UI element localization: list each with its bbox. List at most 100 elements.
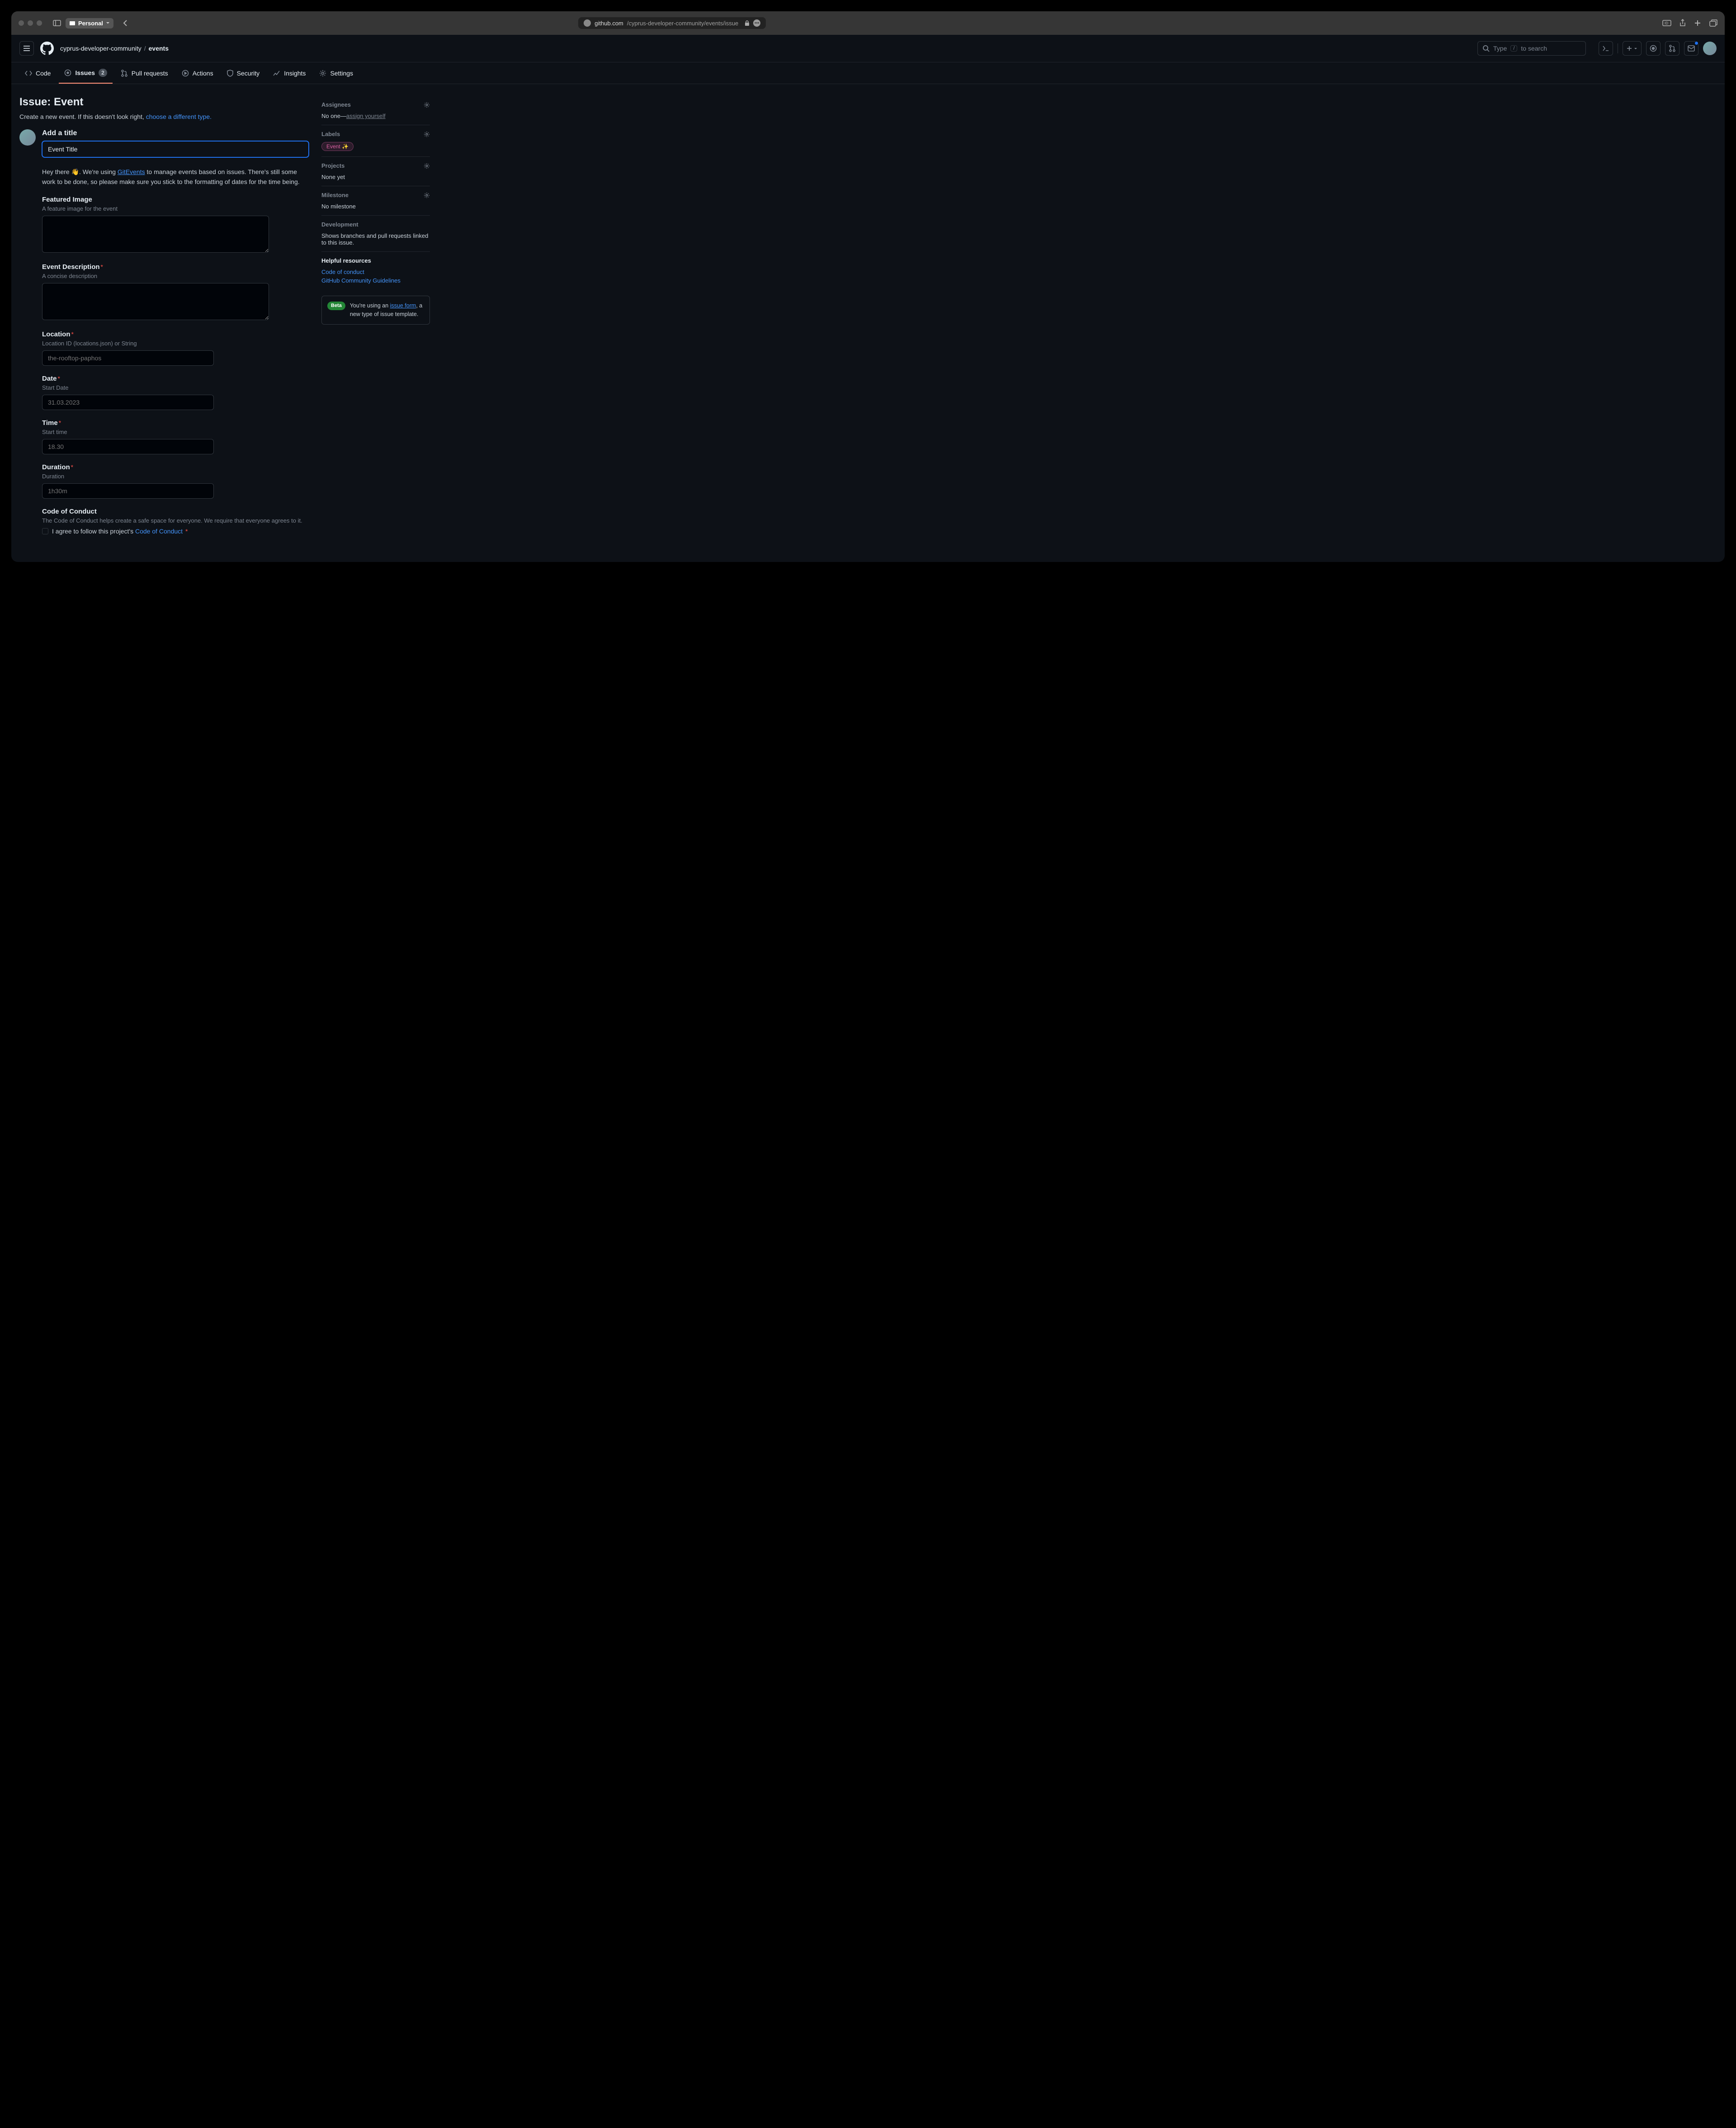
reader-icon[interactable]: ID [1662, 20, 1671, 26]
pull-requests-button[interactable] [1665, 41, 1679, 56]
issues-icon [64, 69, 71, 76]
play-icon [182, 70, 189, 77]
date-help: Start Date [42, 384, 309, 391]
lock-icon [745, 20, 750, 26]
gear-icon[interactable] [424, 102, 430, 108]
location-help: Location ID (locations.json) or String [42, 340, 309, 347]
time-input[interactable] [42, 439, 214, 454]
gear-icon[interactable] [424, 163, 430, 169]
sidebar-projects: Projects None yet [321, 157, 430, 186]
field-time: Time* Start time [42, 419, 309, 454]
location-label: Location [42, 330, 71, 338]
url-bar[interactable]: github.com/cyprus-developer-community/ev… [578, 17, 766, 29]
search-kbd: / [1510, 45, 1517, 52]
url-path: /cyprus-developer-community/events/issue [627, 20, 738, 27]
tab-actions[interactable]: Actions [176, 62, 219, 84]
issue-title-input[interactable] [42, 141, 309, 157]
code-icon [25, 70, 32, 76]
time-help: Start time [42, 429, 309, 435]
graph-icon [273, 70, 280, 76]
new-tab-icon[interactable] [1694, 19, 1701, 27]
search-input[interactable]: Type / to search [1477, 41, 1586, 56]
tab-code[interactable]: Code [19, 62, 56, 84]
resource-guidelines-link[interactable]: GitHub Community Guidelines [321, 277, 430, 284]
window-controls [19, 20, 42, 26]
sidebar: Assignees No one—assign yourself Labels … [321, 96, 430, 544]
main-content: Issue: Event Create a new event. If this… [19, 96, 309, 544]
user-avatar[interactable] [1703, 42, 1717, 55]
page-title: Issue: Event [19, 96, 309, 109]
labels-title: Labels [321, 131, 340, 137]
duration-input[interactable] [42, 483, 214, 499]
gear-icon[interactable] [424, 131, 430, 137]
page-subline: Create a new event. If this doesn't look… [19, 113, 309, 120]
sidebar-milestone: Milestone No milestone [321, 186, 430, 216]
gitevents-link[interactable]: GitEvents [118, 168, 145, 175]
notifications-button[interactable] [1684, 41, 1698, 56]
svg-text:ID: ID [1665, 21, 1668, 25]
tab-insights[interactable]: Insights [268, 62, 311, 84]
search-prefix: Type [1493, 45, 1507, 52]
sidebar-helpful-resources: Helpful resources Code of conduct GitHub… [321, 252, 430, 291]
tab-settings[interactable]: Settings [314, 62, 359, 84]
shield-icon [227, 70, 233, 77]
intro-text: Hey there 👋. We're using GitEvents to ma… [42, 167, 309, 187]
tab-pull-requests[interactable]: Pull requests [115, 62, 174, 84]
field-event-description: Event Description* A concise description [42, 263, 309, 321]
event-description-help: A concise description [42, 273, 309, 279]
breadcrumb-repo[interactable]: events [149, 45, 169, 52]
time-label: Time [42, 419, 58, 427]
coc-checkbox[interactable] [42, 528, 48, 534]
date-label: Date [42, 375, 57, 382]
tab-security[interactable]: Security [222, 62, 265, 84]
create-new-button[interactable] [1623, 41, 1642, 56]
issue-form-link[interactable]: issue form [390, 302, 416, 309]
app-window: Personal github.com/cyprus-developer-com… [11, 11, 1725, 562]
field-date: Date* Start Date [42, 375, 309, 410]
milestone-title: Milestone [321, 192, 349, 198]
event-label-badge[interactable]: Event ✨ [321, 142, 354, 151]
search-icon [1482, 45, 1490, 52]
resource-coc-link[interactable]: Code of conduct [321, 269, 430, 275]
coc-agree-text: I agree to follow this project's Code of… [52, 528, 188, 535]
gear-icon[interactable] [424, 192, 430, 198]
sidebar-toggle-icon[interactable] [53, 20, 61, 26]
assignees-none: No one— [321, 113, 346, 119]
location-input[interactable] [42, 350, 214, 366]
featured-image-input[interactable] [42, 216, 269, 253]
duration-label: Duration [42, 463, 70, 471]
assign-yourself-link[interactable]: assign yourself [346, 113, 386, 119]
notification-dot-icon [1694, 41, 1698, 45]
breadcrumb: cyprus-developer-community / events [60, 45, 169, 52]
command-palette-button[interactable] [1599, 41, 1613, 56]
tabs-icon[interactable] [1709, 19, 1717, 27]
event-description-input[interactable] [42, 283, 269, 320]
field-code-of-conduct: Code of Conduct The Code of Conduct help… [42, 508, 309, 535]
tab-issues[interactable]: Issues 2 [59, 62, 112, 84]
profile-label: Personal [78, 20, 103, 27]
featured-image-help: A feature image for the event [42, 205, 309, 212]
nav-menu-button[interactable] [19, 41, 34, 56]
author-avatar[interactable] [19, 129, 36, 146]
titlebar: Personal github.com/cyprus-developer-com… [11, 11, 1725, 35]
choose-different-type-link[interactable]: choose a different type. [146, 113, 212, 120]
coc-label: Code of Conduct [42, 508, 309, 515]
beta-notice: Beta You're using an issue form, a new t… [321, 296, 430, 325]
github-logo-icon[interactable] [40, 42, 54, 55]
back-button[interactable] [123, 19, 128, 27]
page-menu-icon[interactable]: ••• [753, 19, 760, 27]
date-input[interactable] [42, 395, 214, 410]
coc-link[interactable]: Code of Conduct [135, 528, 183, 535]
profile-selector[interactable]: Personal [66, 18, 113, 28]
required-marker: * [101, 263, 103, 270]
issues-button[interactable] [1646, 41, 1661, 56]
sidebar-labels: Labels Event ✨ [321, 125, 430, 157]
development-title: Development [321, 221, 359, 228]
breadcrumb-org[interactable]: cyprus-developer-community [60, 45, 142, 52]
projects-none: None yet [321, 174, 430, 180]
minimize-window-icon[interactable] [28, 20, 33, 26]
share-icon[interactable] [1679, 19, 1686, 27]
close-window-icon[interactable] [19, 20, 24, 26]
maximize-window-icon[interactable] [37, 20, 42, 26]
site-icon [584, 19, 591, 27]
